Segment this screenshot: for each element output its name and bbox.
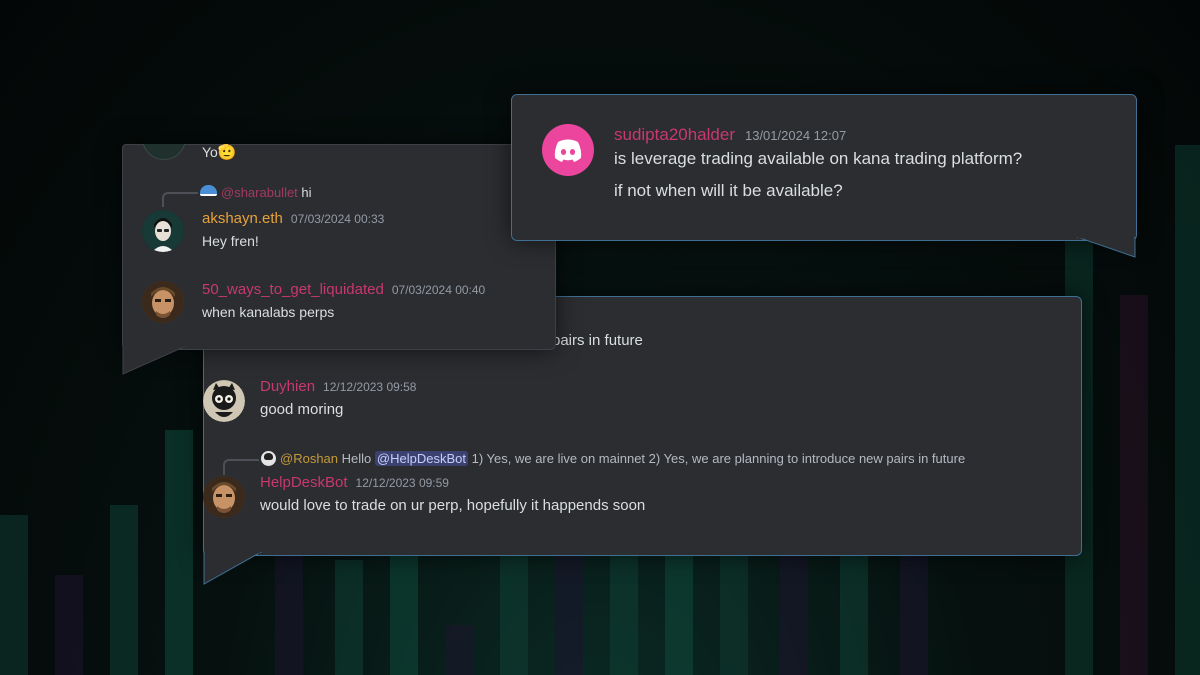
reply-preview[interactable]: @sharabullet hi <box>200 185 312 200</box>
chat-card-main-tail <box>203 552 263 585</box>
message-text: good moring <box>260 401 344 418</box>
sneaker-icon <box>200 185 217 196</box>
chat-card-left-tail <box>122 346 187 375</box>
salute-emoji: 🫡 <box>217 144 237 161</box>
reply-mention[interactable]: @sharabullet <box>221 185 298 200</box>
message-text: when kanalabs perps <box>202 304 335 320</box>
reply-prefix: Hello <box>341 451 372 466</box>
reply-connector <box>223 459 259 475</box>
message-text: Hey fren! <box>202 233 259 249</box>
username[interactable]: HelpDeskBot <box>260 474 348 491</box>
chat-card-top-content: sudipta20halder 13/01/2024 12:07 is lever… <box>511 94 1135 239</box>
reply-connector <box>162 192 198 207</box>
reply-text: hi <box>301 185 312 200</box>
timestamp: 13/01/2024 12:07 <box>744 128 847 143</box>
username[interactable]: Duyhien <box>260 378 315 395</box>
partial-avatar <box>142 144 186 160</box>
message-line-1: is leverage trading available on kana tr… <box>614 149 1023 168</box>
timestamp: 07/03/2024 00:33 <box>290 212 385 226</box>
reply-mention[interactable]: @Roshan <box>280 451 338 466</box>
reply-text: 1) Yes, we are live on mainnet 2) Yes, w… <box>471 451 966 466</box>
username[interactable]: 50_ways_to_get_liquidated <box>202 281 384 298</box>
partial-message: Yo🫡 <box>202 144 237 161</box>
reply-preview[interactable]: @Roshan Hello @HelpDeskBot 1) Yes, we ar… <box>261 451 965 466</box>
avatar[interactable] <box>203 476 245 518</box>
partial-message-text: Yo <box>202 144 218 160</box>
chat-card-top-tail <box>1077 237 1136 258</box>
avatar[interactable] <box>142 210 184 252</box>
reply-tag-mention[interactable]: @HelpDeskBot <box>374 451 468 466</box>
username[interactable]: akshayn.eth <box>202 210 283 227</box>
timestamp: 12/12/2023 09:59 <box>355 476 449 490</box>
timestamp: 12/12/2023 09:58 <box>323 380 417 394</box>
reply-avatar-icon <box>261 451 276 466</box>
message-line-2: if not when will it be available? <box>614 181 843 200</box>
message-text: would love to trade on ur perp, hopefull… <box>260 497 646 514</box>
timestamp: 07/03/2024 00:40 <box>391 283 486 297</box>
avatar[interactable] <box>203 380 245 422</box>
chat-card-left-content: Yo🫡 @sharabullet hi akshayn.eth 07/03/202… <box>122 144 554 348</box>
avatar[interactable] <box>142 281 184 323</box>
discord-logo-icon[interactable] <box>542 124 594 176</box>
username[interactable]: sudipta20halder <box>614 125 735 144</box>
